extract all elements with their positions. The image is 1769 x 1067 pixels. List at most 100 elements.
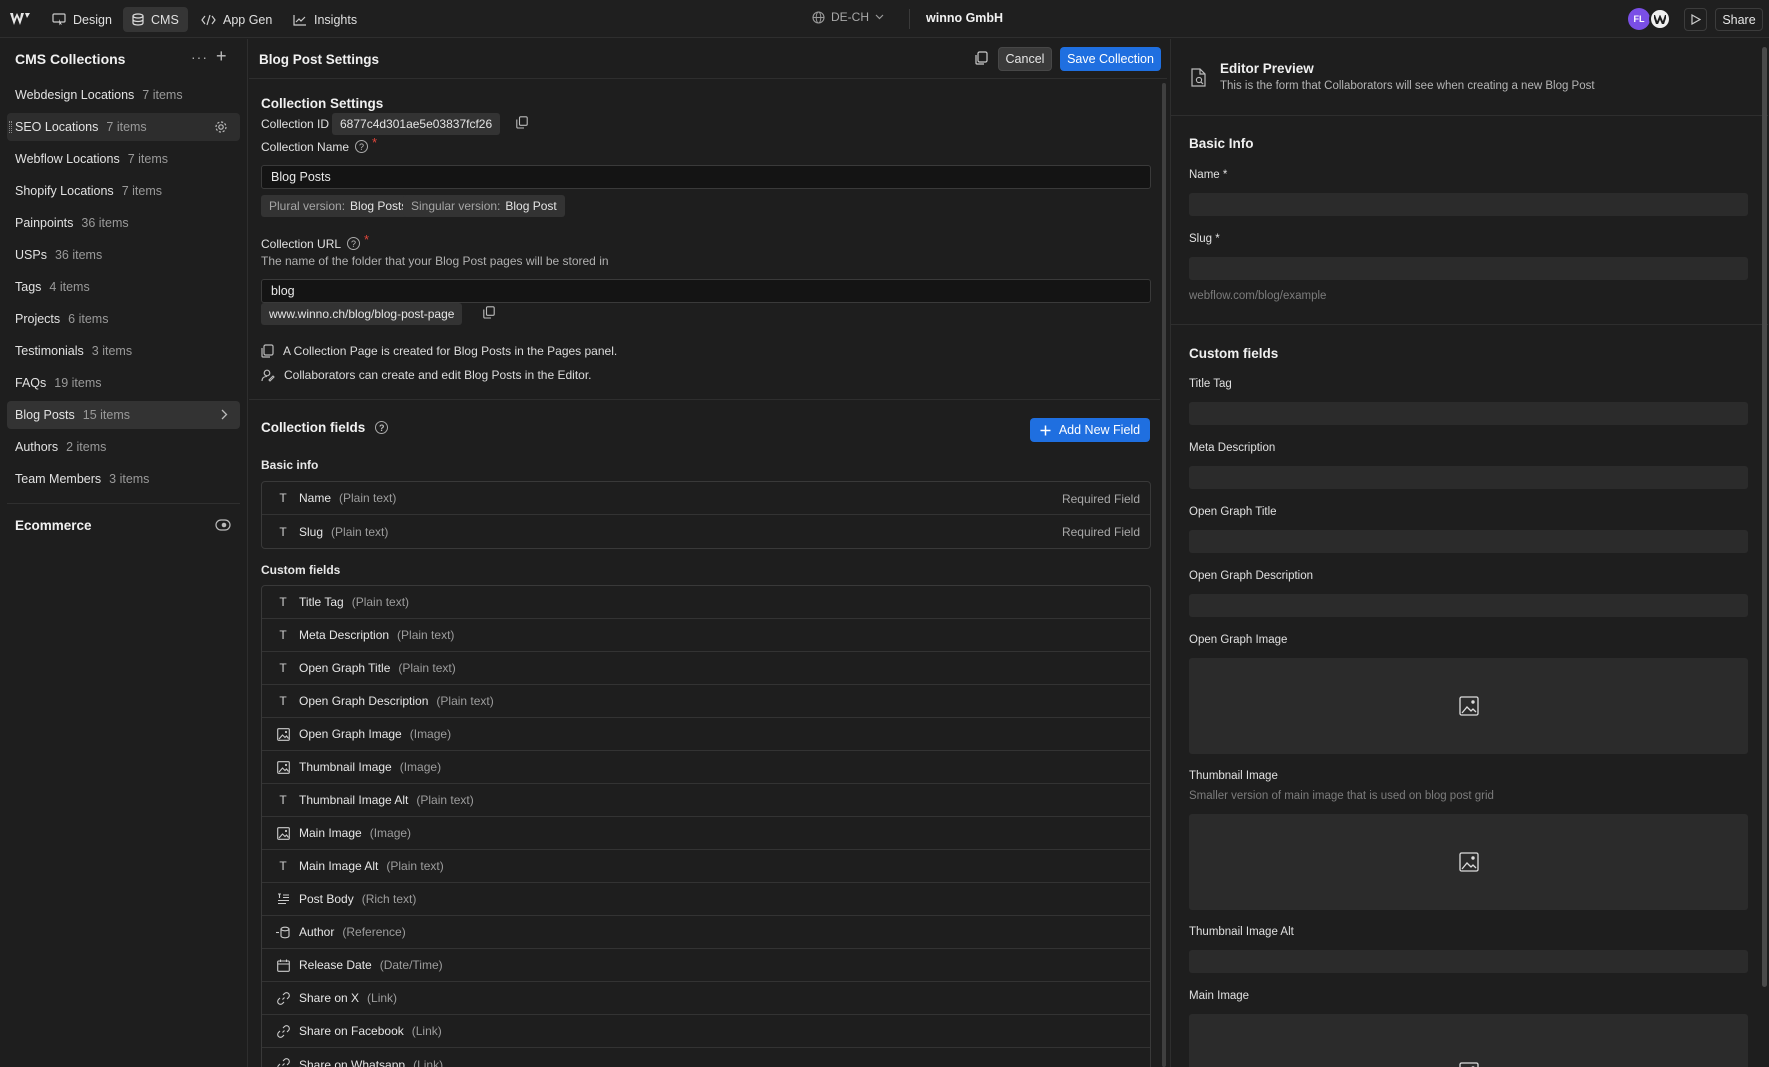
tab-insights-label: Insights xyxy=(314,12,358,27)
collection-name: Testimonials xyxy=(15,344,84,358)
collection-count: 4 items xyxy=(49,280,90,294)
preview-thumbnail-image-upload[interactable] xyxy=(1189,814,1748,910)
divider xyxy=(1171,324,1768,325)
image-placeholder-icon xyxy=(1458,696,1479,716)
rich-text-icon xyxy=(276,892,290,906)
duplicate-icon[interactable] xyxy=(975,51,988,65)
locale-selector[interactable]: DE-CH xyxy=(812,10,884,24)
preview-name-input[interactable] xyxy=(1189,193,1748,216)
preview-custom-fields-heading: Custom fields xyxy=(1189,346,1279,361)
scrollbar[interactable] xyxy=(1162,83,1166,1067)
more-options-icon[interactable]: ··· xyxy=(191,49,208,65)
collection-item-tags[interactable]: Tags 4 items xyxy=(7,273,240,301)
eye-icon[interactable] xyxy=(215,519,231,531)
field-name: Release Date xyxy=(299,958,372,972)
preview-title-tag-input[interactable] xyxy=(1189,402,1748,425)
collection-name-label-row: Collection Name ? * xyxy=(261,135,377,154)
drag-handle-icon[interactable] xyxy=(9,121,12,133)
site-name[interactable]: winno GmbH xyxy=(926,11,1003,25)
preview-main-image-upload[interactable] xyxy=(1189,1014,1748,1067)
plural-version-chip: Plural version: Blog Posts xyxy=(261,195,416,217)
collection-item-testimonials[interactable]: Testimonials 3 items xyxy=(7,337,240,365)
gear-icon[interactable] xyxy=(214,120,228,134)
collection-url-hint: The name of the folder that your Blog Po… xyxy=(261,254,609,268)
field-row-main-image-alt[interactable]: T Main Image Alt (Plain text) xyxy=(262,850,1150,883)
copy-icon[interactable] xyxy=(516,116,528,129)
preview-slug-input[interactable] xyxy=(1189,257,1748,280)
collection-name: Projects xyxy=(15,312,61,326)
field-row-share-on-whatsapp[interactable]: Share on Whatsapp (Link) xyxy=(262,1048,1150,1067)
cancel-button[interactable]: Cancel xyxy=(998,47,1052,71)
link-icon xyxy=(276,1058,290,1067)
share-button[interactable]: Share xyxy=(1715,8,1763,31)
image-placeholder-icon xyxy=(1458,852,1479,872)
field-row-author[interactable]: Author (Reference) xyxy=(262,916,1150,949)
field-row-post-body[interactable]: Post Body (Rich text) xyxy=(262,883,1150,916)
field-name: Name xyxy=(299,491,332,505)
help-icon[interactable]: ? xyxy=(347,237,361,250)
preview-button[interactable] xyxy=(1684,8,1707,31)
collection-item-projects[interactable]: Projects 6 items xyxy=(7,305,240,333)
preview-og-title-input[interactable] xyxy=(1189,530,1748,553)
field-type: (Image) xyxy=(369,826,412,840)
collection-url-input[interactable]: blog xyxy=(261,279,1151,303)
webflow-logo[interactable] xyxy=(10,11,30,27)
help-icon[interactable]: ? xyxy=(375,421,389,434)
field-row-open-graph-image[interactable]: Open Graph Image (Image) xyxy=(262,718,1150,751)
tab-insights[interactable]: Insights xyxy=(284,7,366,32)
plural-version-key: Plural version: xyxy=(269,199,346,213)
field-type: (Date/Time) xyxy=(379,958,443,972)
preview-meta-description-label: Meta Description xyxy=(1189,442,1276,454)
collection-id-value: 6877c4d301ae5e03837fcf26 xyxy=(332,113,501,135)
field-row-release-date[interactable]: Release Date (Date/Time) xyxy=(262,949,1150,982)
text-icon: T xyxy=(279,524,287,539)
collection-item-shopify-locations[interactable]: Shopify Locations 7 items xyxy=(7,177,240,205)
collection-count: 3 items xyxy=(91,344,133,358)
collection-item-faqs[interactable]: FAQs 19 items xyxy=(7,369,240,397)
help-icon[interactable]: ? xyxy=(355,140,369,153)
collection-item-usps[interactable]: USPs 36 items xyxy=(7,241,240,269)
preview-og-image-upload[interactable] xyxy=(1189,658,1748,754)
add-collection-icon[interactable]: + xyxy=(216,46,227,67)
collection-item-authors[interactable]: Authors 2 items xyxy=(7,433,240,461)
preview-thumbnail-alt-input[interactable] xyxy=(1189,950,1748,973)
copy-icon[interactable] xyxy=(483,306,495,319)
field-row-share-on-x[interactable]: Share on X (Link) xyxy=(262,982,1150,1015)
divider xyxy=(249,399,1160,400)
collection-item-seo-locations[interactable]: SEO Locations 7 items xyxy=(7,113,240,141)
collection-name: Team Members xyxy=(15,472,102,486)
field-row-thumbnail-image-alt[interactable]: T Thumbnail Image Alt (Plain text) xyxy=(262,784,1150,817)
calendar-icon xyxy=(276,958,290,972)
add-new-field-button[interactable]: Add New Field xyxy=(1030,418,1150,442)
collection-item-team-members[interactable]: Team Members 3 items xyxy=(7,465,240,493)
save-collection-button[interactable]: Save Collection xyxy=(1060,47,1161,71)
field-name: Share on Whatsapp xyxy=(299,1057,406,1067)
collection-item-webdesign-locations[interactable]: Webdesign Locations 7 items xyxy=(7,81,240,109)
collection-name-input[interactable]: Blog Posts xyxy=(261,165,1151,189)
preview-meta-description-input[interactable] xyxy=(1189,466,1748,489)
field-row-name[interactable]: T Name (Plain text) Required Field xyxy=(262,482,1150,515)
text-icon: T xyxy=(279,491,287,505)
scrollbar[interactable] xyxy=(1762,47,1767,987)
collection-item-webflow-locations[interactable]: Webflow Locations 7 items xyxy=(7,145,240,173)
tab-app-gen[interactable]: App Gen xyxy=(192,7,281,32)
field-row-slug[interactable]: T Slug (Plain text) Required Field xyxy=(262,515,1150,548)
field-row-open-graph-description[interactable]: T Open Graph Description (Plain text) xyxy=(262,685,1150,718)
tab-cms[interactable]: CMS xyxy=(123,7,188,32)
field-row-meta-description[interactable]: T Meta Description (Plain text) xyxy=(262,619,1150,652)
field-row-thumbnail-image[interactable]: Thumbnail Image (Image) xyxy=(262,751,1150,784)
preview-og-description-input[interactable] xyxy=(1189,594,1748,617)
workspace-avatar[interactable] xyxy=(1649,8,1671,30)
collection-item-blog-posts[interactable]: Blog Posts 15 items xyxy=(7,401,240,429)
field-row-share-on-facebook[interactable]: Share on Facebook (Link) xyxy=(262,1015,1150,1048)
field-row-open-graph-title[interactable]: T Open Graph Title (Plain text) xyxy=(262,652,1150,685)
tab-design[interactable]: Design xyxy=(43,7,121,32)
avatar[interactable]: FL xyxy=(1628,8,1650,30)
field-row-main-image[interactable]: Main Image (Image) xyxy=(262,817,1150,850)
collection-url-label-row: Collection URL ? * xyxy=(261,232,369,251)
collection-item-painpoints[interactable]: Painpoints 36 items xyxy=(7,209,240,237)
field-name: Open Graph Title xyxy=(299,661,391,675)
webflow-w-icon xyxy=(1654,14,1666,24)
field-row-title-tag[interactable]: T Title Tag (Plain text) xyxy=(262,586,1150,619)
link-icon xyxy=(276,1024,290,1038)
